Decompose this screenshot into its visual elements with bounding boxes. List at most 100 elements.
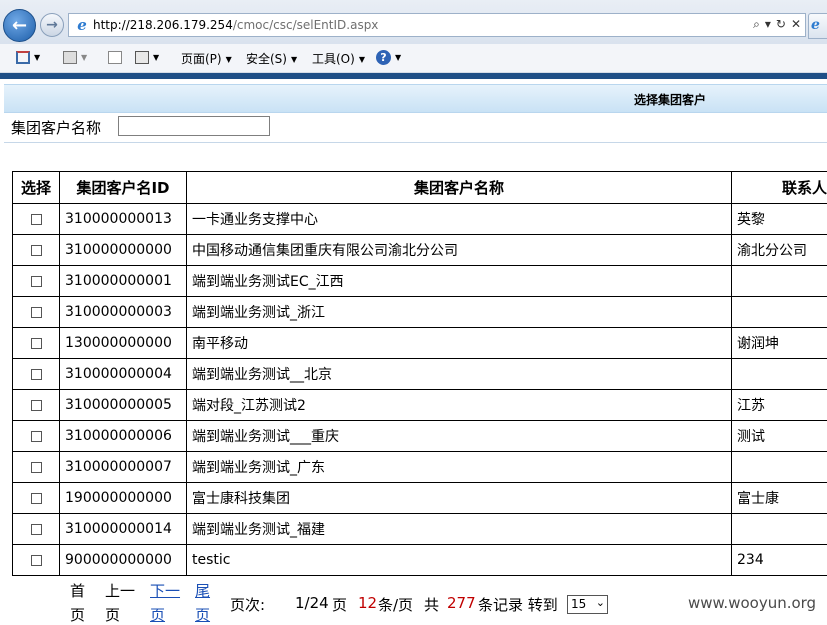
- ie-tab-icon: e: [811, 17, 820, 33]
- last-page-link[interactable]: 尾: [195, 580, 210, 601]
- row-checkbox[interactable]: [31, 493, 42, 504]
- last-page-link-line2[interactable]: 页: [195, 604, 210, 625]
- customer-name-cell: 中国移动通信集团重庆有限公司渝北分公司: [187, 235, 732, 266]
- customer-name-cell: 端对段_江苏测试2: [187, 390, 732, 421]
- page-header: 选择集团客户: [4, 84, 827, 113]
- row-checkbox[interactable]: [31, 245, 42, 256]
- page-value: 1/24: [295, 594, 329, 612]
- first-page-link-line2[interactable]: 页: [70, 604, 85, 625]
- table-row[interactable]: 310000000007端到端业务测试_广东: [13, 452, 827, 483]
- feeds-button[interactable]: ▼: [63, 50, 87, 64]
- home-button[interactable]: ▼: [16, 50, 40, 64]
- table-row[interactable]: 900000000000testic234: [13, 545, 827, 576]
- next-page-link[interactable]: 下一: [150, 580, 180, 601]
- forward-button[interactable]: →: [40, 13, 64, 37]
- feed-icon: [63, 51, 77, 64]
- contact-cell: 渝北分公司: [732, 235, 827, 266]
- row-checkbox[interactable]: [31, 307, 42, 318]
- first-page-link[interactable]: 首: [70, 580, 85, 601]
- customer-id-cell: 310000000013: [60, 204, 187, 235]
- table-row[interactable]: 310000000000中国移动通信集团重庆有限公司渝北分公司渝北分公司: [13, 235, 827, 266]
- customer-id-cell: 310000000000: [60, 235, 187, 266]
- url-text[interactable]: http://218.206.179.254/cmoc/csc/selEntID…: [93, 18, 378, 32]
- table-row[interactable]: 310000000006端到端业务测试___重庆测试: [13, 421, 827, 452]
- prev-page-link[interactable]: 上一: [105, 580, 135, 601]
- stop-icon[interactable]: ✕: [791, 17, 801, 31]
- next-page-link-line2[interactable]: 页: [150, 604, 165, 625]
- safety-menu-label: 安全(S): [246, 52, 287, 66]
- table-row[interactable]: 310000000014端到端业务测试_福建: [13, 514, 827, 545]
- row-checkbox[interactable]: [31, 369, 42, 380]
- table-row[interactable]: 310000000005端对段_江苏测试2江苏: [13, 390, 827, 421]
- page-label: 页次:: [230, 594, 265, 615]
- customer-name-input[interactable]: [118, 116, 270, 136]
- row-checkbox[interactable]: [31, 431, 42, 442]
- table-row[interactable]: 310000000013一卡通业务支撑中心英黎: [13, 204, 827, 235]
- tools-menu[interactable]: 工具(O)▼: [312, 50, 365, 67]
- chevron-down-icon: ▼: [359, 55, 365, 64]
- row-checkbox[interactable]: [31, 555, 42, 566]
- select-cell: [13, 359, 60, 390]
- table-row[interactable]: 190000000000富士康科技集团富士康: [13, 483, 827, 514]
- contact-cell: 富士康: [732, 483, 827, 514]
- help-icon: ?: [376, 50, 391, 65]
- customer-id-cell: 310000000005: [60, 390, 187, 421]
- row-checkbox[interactable]: [31, 214, 42, 225]
- customer-id-cell: 310000000007: [60, 452, 187, 483]
- chevron-down-icon[interactable]: ▼: [81, 53, 87, 62]
- table-row[interactable]: 310000000001端到端业务测试EC_江西: [13, 266, 827, 297]
- back-button[interactable]: ←: [3, 9, 36, 42]
- column-header-id: 集团客户名ID: [60, 172, 187, 204]
- table-row[interactable]: 310000000003端到端业务测试_浙江: [13, 297, 827, 328]
- chevron-down-icon: ▼: [226, 55, 232, 64]
- select-cell: [13, 204, 60, 235]
- row-checkbox[interactable]: [31, 400, 42, 411]
- new-tab[interactable]: e: [808, 13, 827, 39]
- chevron-down-icon[interactable]: ▼: [153, 53, 159, 62]
- contact-cell: 江苏: [732, 390, 827, 421]
- page-size-value: 15: [571, 597, 586, 611]
- page-menu[interactable]: 页面(P)▼: [181, 50, 232, 67]
- contact-cell: [732, 297, 827, 328]
- refresh-icon[interactable]: ↻: [776, 17, 786, 31]
- url-path: /cmoc/csc/selEntID.aspx: [233, 18, 379, 32]
- row-checkbox[interactable]: [31, 338, 42, 349]
- customer-name-cell: 端到端业务测试__北京: [187, 359, 732, 390]
- select-cell: [13, 421, 60, 452]
- total-prefix: 共: [424, 594, 439, 615]
- customer-name-cell: 端到端业务测试_浙江: [187, 297, 732, 328]
- address-dropdown-icon[interactable]: ▾: [765, 17, 771, 31]
- table-row[interactable]: 310000000004端到端业务测试__北京: [13, 359, 827, 390]
- window-divider: [0, 73, 827, 79]
- contact-cell: 谢润坤: [732, 328, 827, 359]
- table-header-row: 选择 集团客户名ID 集团客户名称 联系人: [13, 172, 827, 204]
- page-size-select[interactable]: 15 ⌄: [567, 595, 608, 614]
- help-menu[interactable]: ?▼: [376, 50, 401, 65]
- total-count: 277: [447, 594, 476, 612]
- row-checkbox[interactable]: [31, 276, 42, 287]
- chevron-down-icon[interactable]: ▼: [34, 53, 40, 62]
- address-bar[interactable]: e http://218.206.179.254/cmoc/csc/selEnt…: [68, 13, 806, 37]
- search-form: 集团客户名称: [4, 112, 827, 143]
- search-icon[interactable]: ⌕: [753, 17, 760, 31]
- chevron-down-icon: ▼: [291, 55, 297, 64]
- print-button[interactable]: ▼: [135, 50, 159, 64]
- safety-menu[interactable]: 安全(S) ▼: [246, 50, 297, 67]
- customer-id-cell: 190000000000: [60, 483, 187, 514]
- row-checkbox[interactable]: [31, 462, 42, 473]
- back-arrow-icon: ←: [4, 10, 35, 41]
- customer-name-cell: 一卡通业务支撑中心: [187, 204, 732, 235]
- command-bar: ▼ ▼ ▼ 页面(P)▼ 安全(S)▼ 工具(O)▼ ?▼: [0, 44, 827, 73]
- forward-arrow-icon: →: [41, 14, 63, 36]
- select-cell: [13, 390, 60, 421]
- page-unit: 页: [332, 594, 347, 615]
- browser-toolbar: ← → e http://218.206.179.254/cmoc/csc/se…: [0, 0, 827, 44]
- row-checkbox[interactable]: [31, 524, 42, 535]
- column-header-contact: 联系人: [732, 172, 827, 204]
- customer-id-cell: 310000000006: [60, 421, 187, 452]
- table-row[interactable]: 130000000000南平移动谢润坤: [13, 328, 827, 359]
- mail-button[interactable]: [108, 50, 122, 64]
- search-label: 集团客户名称: [11, 117, 101, 138]
- customer-table-container: 选择 集团客户名ID 集团客户名称 联系人 310000000013一卡通业务支…: [12, 171, 827, 576]
- prev-page-link-line2[interactable]: 页: [105, 604, 120, 625]
